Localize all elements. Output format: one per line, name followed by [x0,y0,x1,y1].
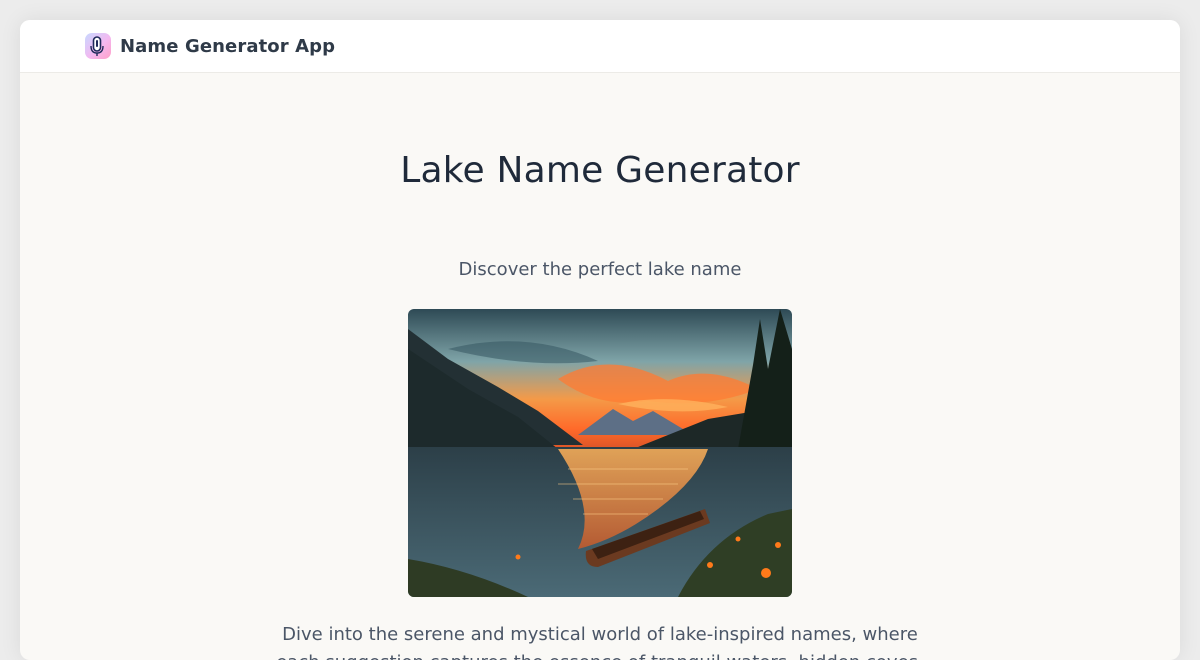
page-title: Lake Name Generator [400,150,800,191]
microphone-icon[interactable] [84,32,112,60]
page-subtitle: Discover the perfect lake name [458,259,742,280]
top-navigation-bar: Name Generator App [20,20,1180,73]
app-window: Name Generator App Lake Name Generator D… [20,20,1180,660]
page-description: Dive into the serene and mystical world … [276,624,924,660]
lake-sunset-image [408,309,792,597]
app-name-link[interactable]: Name Generator App [120,36,335,57]
